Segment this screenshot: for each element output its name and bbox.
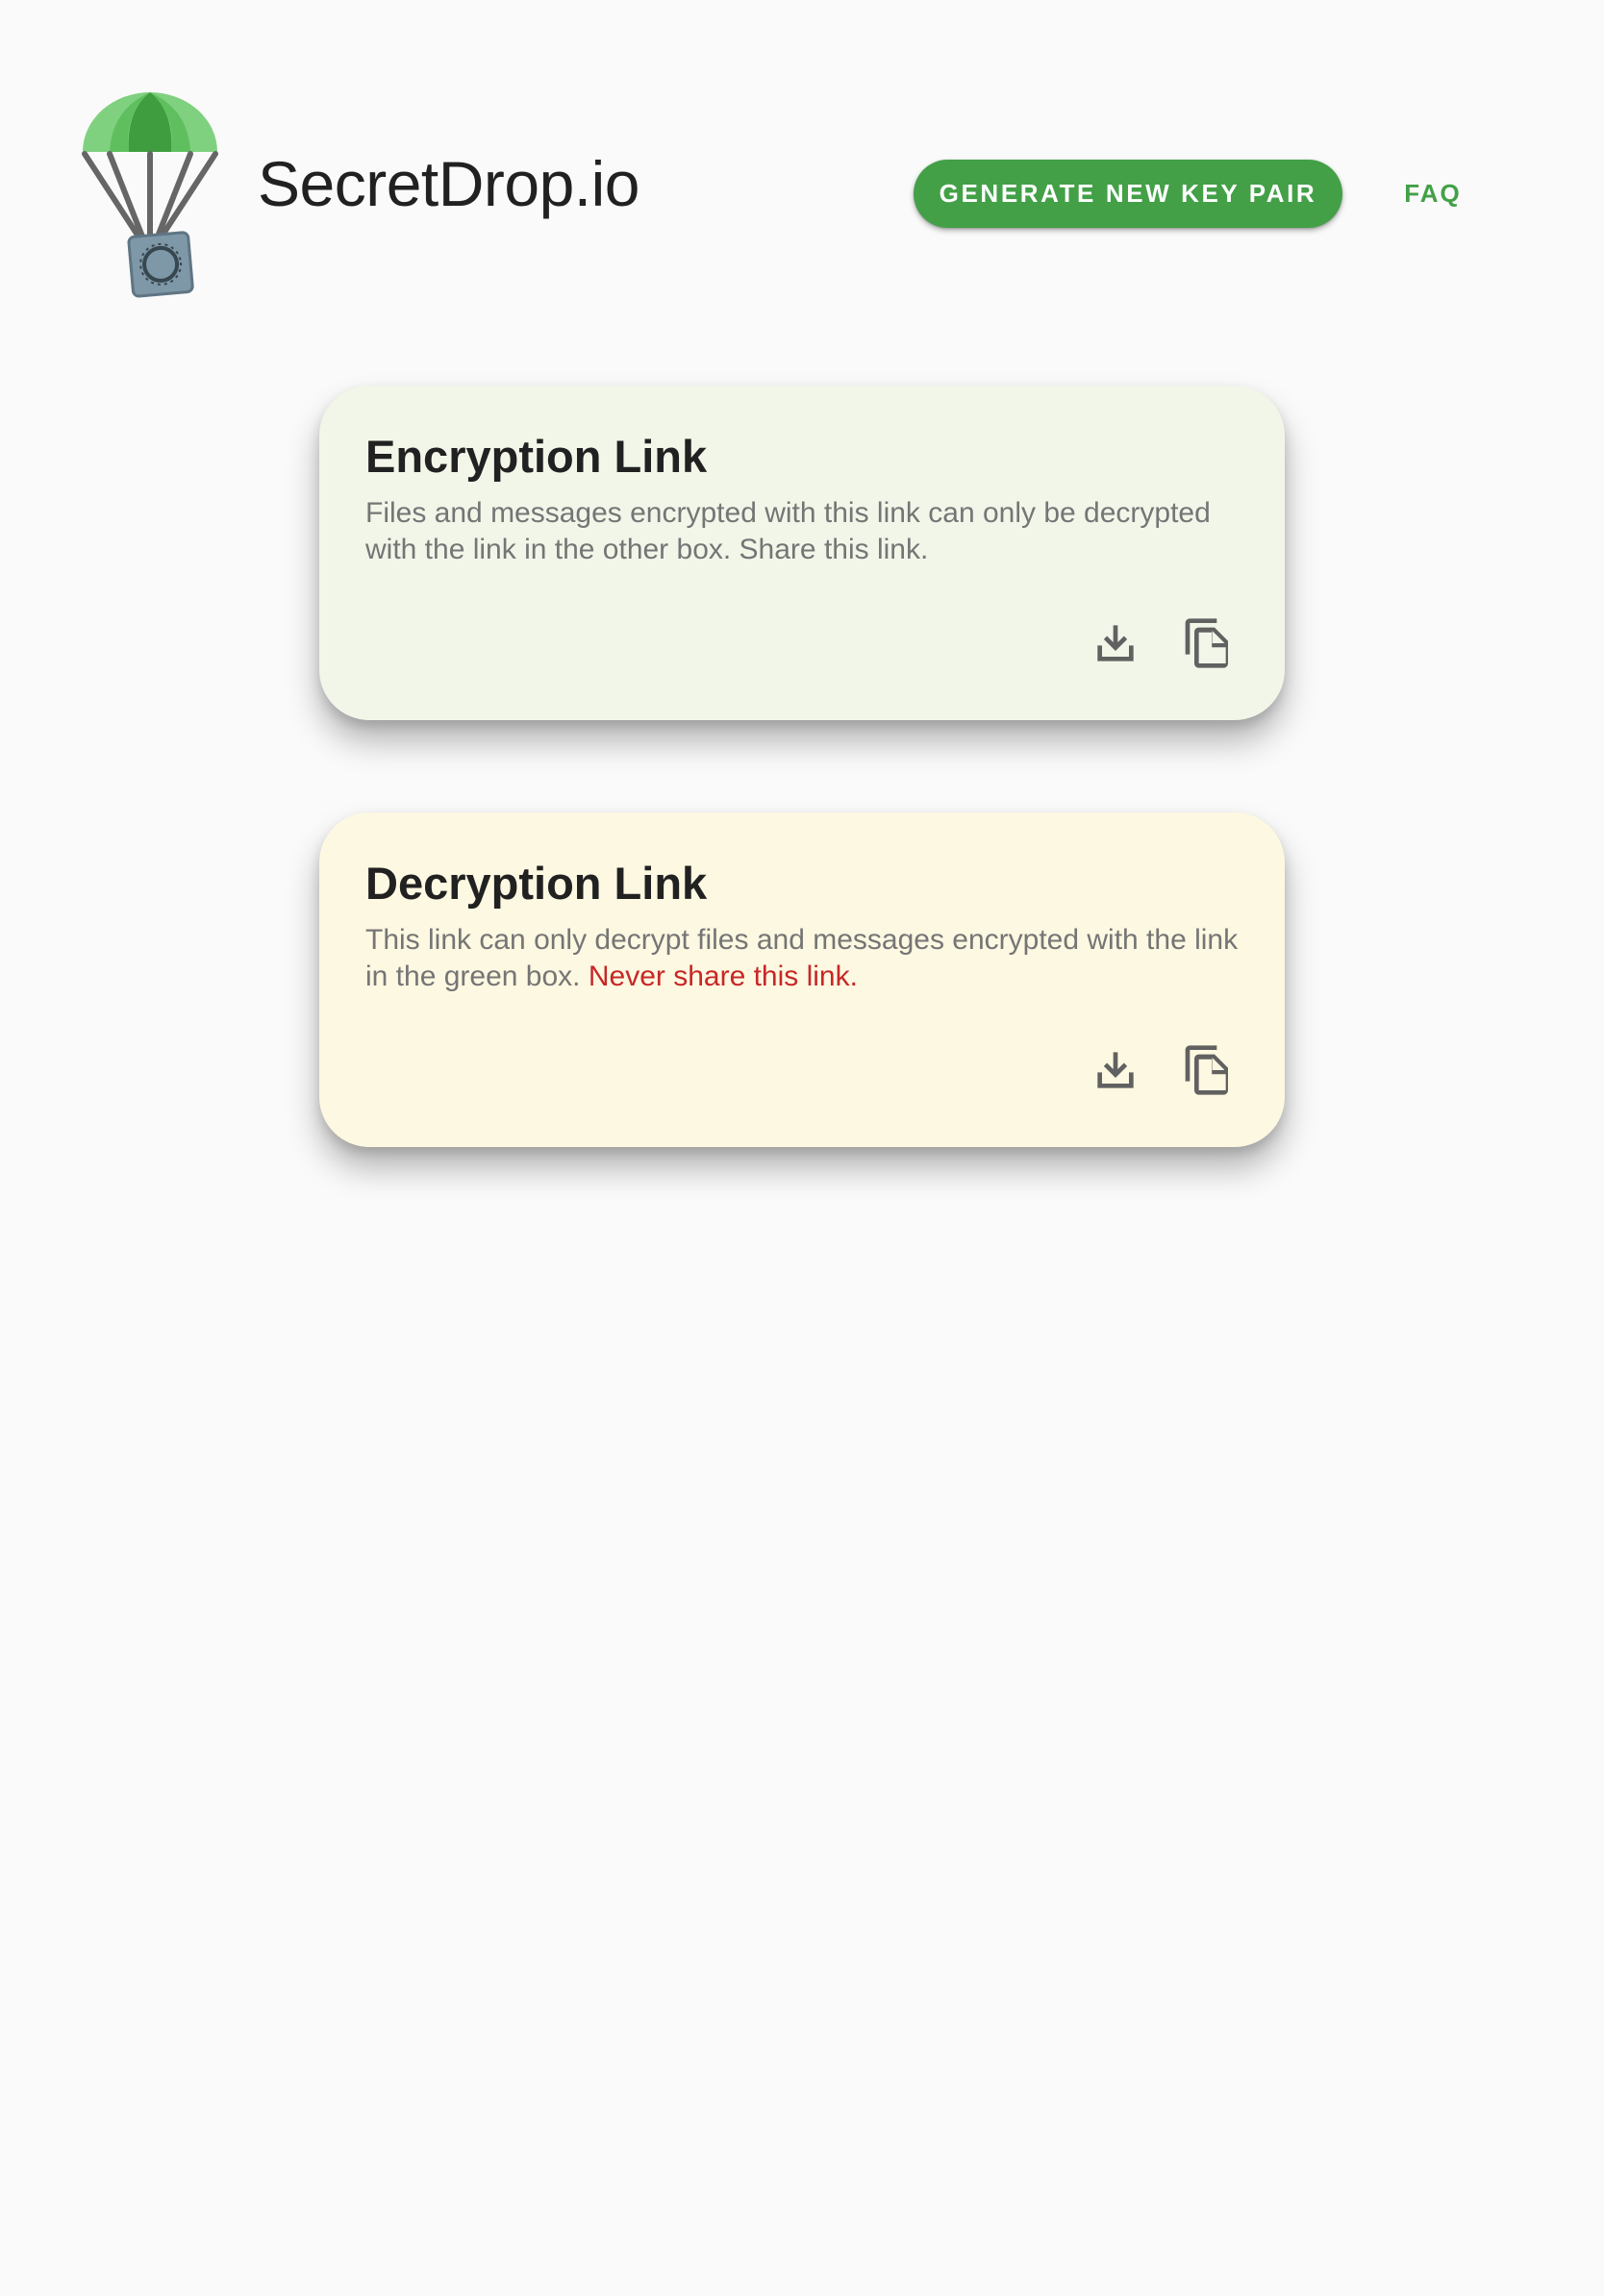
encryption-card-title: Encryption Link xyxy=(365,431,708,482)
faq-link[interactable]: FAQ xyxy=(1381,160,1485,228)
copy-icon[interactable] xyxy=(1181,616,1235,670)
download-icon[interactable] xyxy=(1089,1043,1142,1097)
parachute-safe-logo xyxy=(81,90,219,298)
encryption-link-card: Encryption Link Files and messages encry… xyxy=(319,386,1285,720)
app-title: SecretDrop.io xyxy=(258,148,640,219)
decryption-card-description: This link can only decrypt files and mes… xyxy=(365,922,1250,995)
download-icon[interactable] xyxy=(1089,616,1142,670)
decryption-card-title: Decryption Link xyxy=(365,858,708,909)
copy-icon[interactable] xyxy=(1181,1043,1235,1097)
encryption-card-description: Files and messages encrypted with this l… xyxy=(365,495,1250,568)
decryption-link-card: Decryption Link This link can only decry… xyxy=(319,812,1285,1147)
never-share-warning: Never share this link. xyxy=(588,961,858,992)
generate-new-key-pair-button[interactable]: GENERATE NEW KEY PAIR xyxy=(914,160,1342,228)
encryption-card-description-text: Files and messages encrypted with this l… xyxy=(365,497,1211,565)
